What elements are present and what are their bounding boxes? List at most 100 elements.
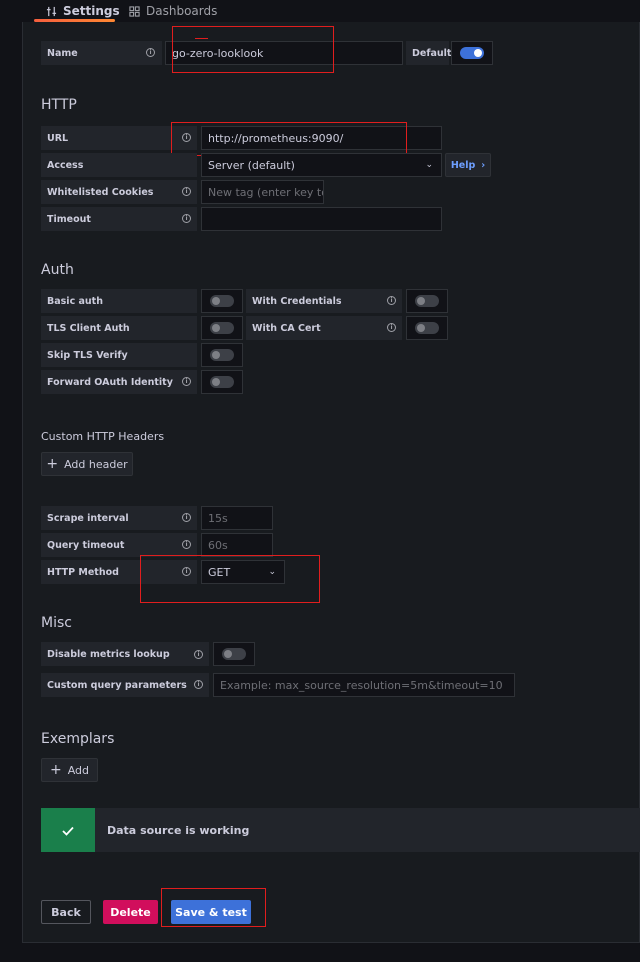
timeout-label: Timeout	[47, 213, 91, 225]
back-label: Back	[51, 905, 81, 919]
tls-client-auth-label-box: TLS Client Auth	[41, 316, 197, 340]
query-timeout-label-box: Query timeout	[41, 533, 197, 557]
with-credentials-toggle[interactable]	[406, 289, 448, 313]
info-icon[interactable]: i	[182, 513, 191, 522]
info-icon[interactable]: i	[182, 214, 191, 223]
add-header-button[interactable]: + Add header	[41, 452, 133, 476]
success-icon-box	[41, 808, 95, 852]
timeout-input[interactable]	[201, 207, 442, 231]
skip-tls-switch[interactable]	[210, 349, 234, 361]
skip-tls-toggle[interactable]	[201, 343, 243, 367]
access-select-value: Server (default)	[208, 158, 295, 172]
default-toggle[interactable]	[451, 41, 493, 65]
forward-oauth-switch[interactable]	[210, 376, 234, 388]
info-icon[interactable]: i	[194, 650, 203, 659]
access-label: Access	[47, 159, 84, 171]
chevron-down-icon: ⌄	[425, 160, 433, 170]
info-icon[interactable]: i	[146, 48, 155, 57]
cookies-placeholder: New tag (enter key to ac	[208, 185, 323, 199]
info-icon[interactable]: i	[387, 323, 396, 332]
misc-section-title: Misc	[41, 615, 72, 631]
cookies-label-box: Whitelisted Cookies	[41, 180, 197, 204]
forward-oauth-toggle[interactable]	[201, 370, 243, 394]
custom-params-placeholder: Example: max_source_resolution=5m&timeou…	[220, 678, 503, 692]
tls-client-auth-label: TLS Client Auth	[47, 322, 130, 334]
chevron-right-icon: ›	[481, 159, 486, 171]
tab-dashboards[interactable]: Dashboards	[129, 0, 217, 22]
http-section-title: HTTP	[41, 97, 77, 113]
highlight-url	[171, 122, 407, 156]
with-credentials-label: With Credentials	[252, 295, 342, 307]
url-label: URL	[47, 132, 69, 144]
with-ca-cert-toggle[interactable]	[406, 316, 448, 340]
highlight-method	[140, 555, 320, 603]
skip-tls-label-box: Skip TLS Verify	[41, 343, 197, 367]
with-ca-cert-label-box: With CA Cert	[246, 316, 402, 340]
with-credentials-switch[interactable]	[415, 295, 439, 307]
status-message: Data source is working	[107, 823, 250, 837]
tls-client-auth-switch[interactable]	[210, 322, 234, 334]
query-timeout-placeholder: 60s	[208, 538, 228, 552]
custom-params-label: Custom query parameters	[47, 679, 187, 691]
disable-metrics-toggle[interactable]	[213, 642, 255, 666]
cookies-input[interactable]: New tag (enter key to ac	[201, 180, 324, 204]
custom-headers-title: Custom HTTP Headers	[41, 430, 165, 443]
info-icon[interactable]: i	[194, 680, 203, 689]
auth-section-title: Auth	[41, 262, 74, 278]
info-icon[interactable]: i	[182, 540, 191, 549]
http-method-label: HTTP Method	[47, 566, 119, 578]
skip-tls-label: Skip TLS Verify	[47, 349, 128, 361]
delete-button[interactable]: Delete	[103, 900, 158, 924]
info-icon[interactable]: i	[182, 187, 191, 196]
sliders-icon	[46, 6, 57, 17]
highlight-mark	[195, 38, 208, 39]
info-icon[interactable]: i	[182, 377, 191, 386]
tls-client-auth-toggle[interactable]	[201, 316, 243, 340]
back-button[interactable]: Back	[41, 900, 91, 924]
access-label-box: Access	[41, 153, 197, 177]
query-timeout-input[interactable]: 60s	[201, 533, 273, 557]
highlight-name	[172, 26, 334, 73]
basic-auth-label: Basic auth	[47, 295, 103, 307]
name-label: Name	[47, 47, 78, 59]
delete-label: Delete	[110, 905, 151, 919]
basic-auth-toggle[interactable]	[201, 289, 243, 313]
help-button[interactable]: Help ›	[445, 153, 491, 177]
tab-bar: Settings Dashboards	[0, 0, 640, 22]
highlight-save	[161, 888, 266, 927]
scrape-interval-input[interactable]: 15s	[201, 506, 273, 530]
default-label-box: Default	[406, 41, 452, 65]
name-label-box: Name	[41, 41, 162, 65]
check-icon	[62, 821, 74, 840]
plus-icon: +	[49, 762, 62, 778]
access-select[interactable]: Server (default) ⌄	[201, 153, 442, 177]
cookies-label: Whitelisted Cookies	[47, 186, 154, 198]
scrape-interval-label-box: Scrape interval	[41, 506, 197, 530]
info-icon[interactable]: i	[387, 296, 396, 305]
tab-settings-label: Settings	[63, 4, 120, 18]
plus-icon: +	[46, 456, 59, 472]
query-timeout-label: Query timeout	[47, 539, 125, 551]
with-ca-cert-switch[interactable]	[415, 322, 439, 334]
dashboards-grid-icon	[129, 5, 140, 17]
add-exemplar-label: Add	[67, 763, 90, 777]
basic-auth-label-box: Basic auth	[41, 289, 197, 313]
help-label: Help	[450, 159, 476, 171]
with-credentials-label-box: With Credentials	[246, 289, 402, 313]
custom-params-label-box: Custom query parameters	[41, 673, 209, 697]
scrape-interval-placeholder: 15s	[208, 511, 228, 525]
with-ca-cert-label: With CA Cert	[252, 322, 321, 334]
add-header-label: Add header	[64, 457, 128, 471]
default-toggle-switch[interactable]	[460, 47, 484, 59]
disable-metrics-switch[interactable]	[222, 648, 246, 660]
disable-metrics-label: Disable metrics lookup	[47, 648, 170, 660]
default-label: Default	[412, 47, 452, 59]
add-exemplar-button[interactable]: + Add	[41, 758, 98, 782]
custom-params-input[interactable]: Example: max_source_resolution=5m&timeou…	[213, 673, 515, 697]
scrape-interval-label: Scrape interval	[47, 512, 129, 524]
disable-metrics-label-box: Disable metrics lookup	[41, 642, 209, 666]
forward-oauth-label-box: Forward OAuth Identity	[41, 370, 197, 394]
timeout-label-box: Timeout	[41, 207, 197, 231]
basic-auth-switch[interactable]	[210, 295, 234, 307]
tab-dashboards-label: Dashboards	[146, 4, 218, 18]
